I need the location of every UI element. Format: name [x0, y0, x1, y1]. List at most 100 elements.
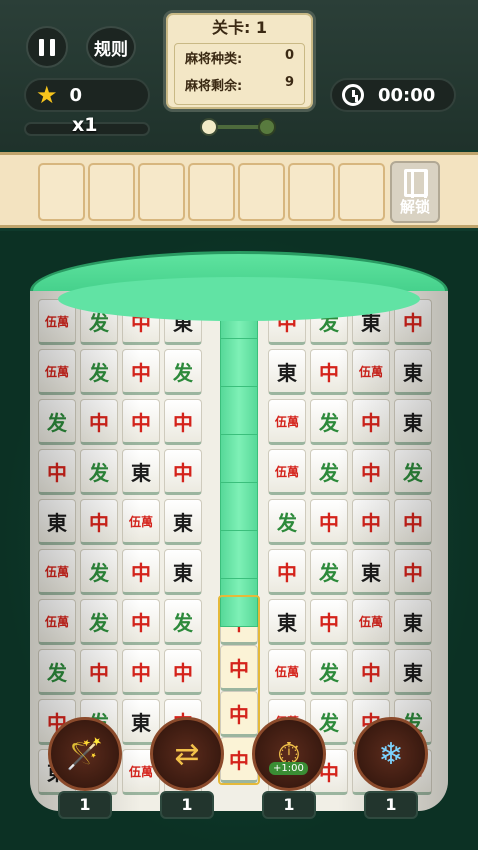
mahjong-tile[interactable]: 发	[268, 499, 306, 545]
freeze-icon: ❄	[378, 736, 404, 772]
mahjong-tile[interactable]: 東	[352, 549, 390, 595]
pause-button[interactable]	[26, 26, 68, 68]
rules-button[interactable]: 规则	[86, 26, 136, 68]
tile-slot[interactable]	[188, 163, 235, 221]
mahjong-tile[interactable]: 中	[310, 499, 348, 545]
mahjong-tile[interactable]: 東	[394, 599, 432, 645]
mahjong-tile[interactable]: 東	[164, 499, 202, 545]
shuffle-button[interactable]: ⇄	[150, 717, 224, 791]
cleared-column	[220, 291, 258, 627]
mahjong-tile[interactable]: 東	[394, 349, 432, 395]
time-bonus-count: 1	[262, 791, 316, 819]
mahjong-tile[interactable]: 東	[38, 499, 76, 545]
mahjong-tile[interactable]: 中	[122, 349, 160, 395]
mahjong-tile[interactable]: 伍萬	[268, 649, 306, 695]
mahjong-tile[interactable]: 伍萬	[268, 399, 306, 445]
mahjong-tile[interactable]: 伍萬	[38, 599, 76, 645]
time-bonus-badge: +1:00	[269, 762, 308, 775]
star-counter: ★ 0	[24, 78, 150, 112]
level-title: 关卡: 1	[211, 18, 268, 37]
level-info: 麻将种类: 0 麻将剩余: 9	[174, 43, 305, 105]
tile-slot[interactable]	[238, 163, 285, 221]
mahjong-tile[interactable]: 中	[352, 449, 390, 495]
mahjong-tile[interactable]: 中	[352, 649, 390, 695]
mahjong-tile[interactable]: 中	[122, 649, 160, 695]
tile-slot[interactable]	[38, 163, 85, 221]
mahjong-tile[interactable]: 中	[38, 449, 76, 495]
mahjong-tile[interactable]: 发	[310, 449, 348, 495]
mahjong-tile[interactable]: 发	[80, 549, 118, 595]
mahjong-tile[interactable]: 伍萬	[352, 599, 390, 645]
mahjong-tile[interactable]: 東	[394, 649, 432, 695]
level-progress	[200, 118, 276, 136]
mahjong-tile[interactable]: 伍萬	[352, 349, 390, 395]
time-bonus-button[interactable]: ⏱ +1:00	[252, 717, 326, 791]
tile-slot-bar: 解锁	[0, 152, 478, 228]
mahjong-tile[interactable]: 中	[80, 399, 118, 445]
mahjong-tile[interactable]: 发	[38, 649, 76, 695]
mahjong-tile[interactable]: 中	[164, 399, 202, 445]
star-count: 0	[69, 84, 83, 106]
mahjong-tile[interactable]: 中	[394, 499, 432, 545]
mahjong-tile[interactable]: 发	[310, 549, 348, 595]
mahjong-tile[interactable]: 東	[394, 399, 432, 445]
mahjong-tile[interactable]: 发	[164, 599, 202, 645]
mahjong-tile[interactable]: 发	[38, 399, 76, 445]
star-icon: ★	[36, 81, 58, 109]
mahjong-tile[interactable]: 伍萬	[38, 349, 76, 395]
mahjong-tile[interactable]: 伍萬	[38, 549, 76, 595]
mahjong-tile[interactable]: 发	[80, 449, 118, 495]
progress-end-dot	[258, 118, 276, 136]
mahjong-tile[interactable]: 发	[310, 649, 348, 695]
tiles-remaining-row: 麻将剩余: 9	[185, 75, 294, 94]
mahjong-tile[interactable]: 发	[394, 449, 432, 495]
mahjong-tile[interactable]: 伍萬	[268, 449, 306, 495]
film-icon	[404, 169, 428, 198]
unlock-label: 解锁	[399, 198, 430, 216]
freeze-button[interactable]: ❄	[354, 717, 428, 791]
mahjong-tile[interactable]: 中	[268, 549, 306, 595]
unlock-slot-button[interactable]: 解锁	[390, 161, 440, 223]
mahjong-tile[interactable]: 東	[268, 599, 306, 645]
mahjong-tile[interactable]: 发	[80, 349, 118, 395]
mahjong-tile[interactable]: 中	[80, 499, 118, 545]
mahjong-tile[interactable]: 发	[164, 349, 202, 395]
mahjong-tile[interactable]: 中	[352, 399, 390, 445]
mahjong-tile[interactable]: 中	[122, 549, 160, 595]
mahjong-tile[interactable]: 東	[164, 549, 202, 595]
timer-value: 00:00	[378, 84, 436, 106]
tile-slot[interactable]	[88, 163, 135, 221]
magic-wand-button[interactable]: 🪄	[48, 717, 122, 791]
mahjong-tile[interactable]: 東	[122, 449, 160, 495]
level-panel: 关卡: 1 麻将种类: 0 麻将剩余: 9	[163, 10, 316, 112]
magic-wand-count: 1	[58, 791, 112, 819]
shuffle-icon: ⇄	[174, 736, 200, 772]
pause-icon	[39, 38, 44, 56]
freeze-count: 1	[364, 791, 418, 819]
tile-types-row: 麻将种类: 0	[185, 48, 294, 67]
mahjong-tile[interactable]: 東	[268, 349, 306, 395]
progress-start-dot	[200, 118, 218, 136]
shuffle-count: 1	[160, 791, 214, 819]
mahjong-tile[interactable]: 中	[310, 349, 348, 395]
mahjong-tile[interactable]: 中	[394, 549, 432, 595]
cylinder-opening	[58, 277, 420, 321]
mahjong-tile[interactable]: 中	[164, 649, 202, 695]
tile-slot[interactable]	[138, 163, 185, 221]
magic-wand-icon: 🪄	[66, 736, 104, 772]
mahjong-tile[interactable]: 发	[80, 599, 118, 645]
mahjong-tile[interactable]: 中	[122, 599, 160, 645]
tile-slot[interactable]	[338, 163, 385, 221]
mahjong-tile[interactable]: 伍萬	[122, 499, 160, 545]
top-hud: 规则 ★ 0 x1 关卡: 1 麻将种类: 0 麻将剩余: 9 00:00	[0, 0, 478, 150]
tile-slot[interactable]	[288, 163, 335, 221]
mahjong-tile[interactable]: 中	[310, 599, 348, 645]
tile-types-value: 0	[284, 48, 294, 63]
mahjong-tile[interactable]: 中	[122, 399, 160, 445]
mahjong-tile[interactable]: 发	[310, 399, 348, 445]
game-board: 伍萬发中東中发東中伍萬发中发東中伍萬東发中中中伍萬发中東中发東中伍萬发中发東中伍…	[0, 231, 478, 850]
mahjong-tile[interactable]: 中	[80, 649, 118, 695]
clock-icon	[342, 84, 364, 106]
mahjong-tile[interactable]: 中	[352, 499, 390, 545]
mahjong-tile[interactable]: 中	[164, 449, 202, 495]
